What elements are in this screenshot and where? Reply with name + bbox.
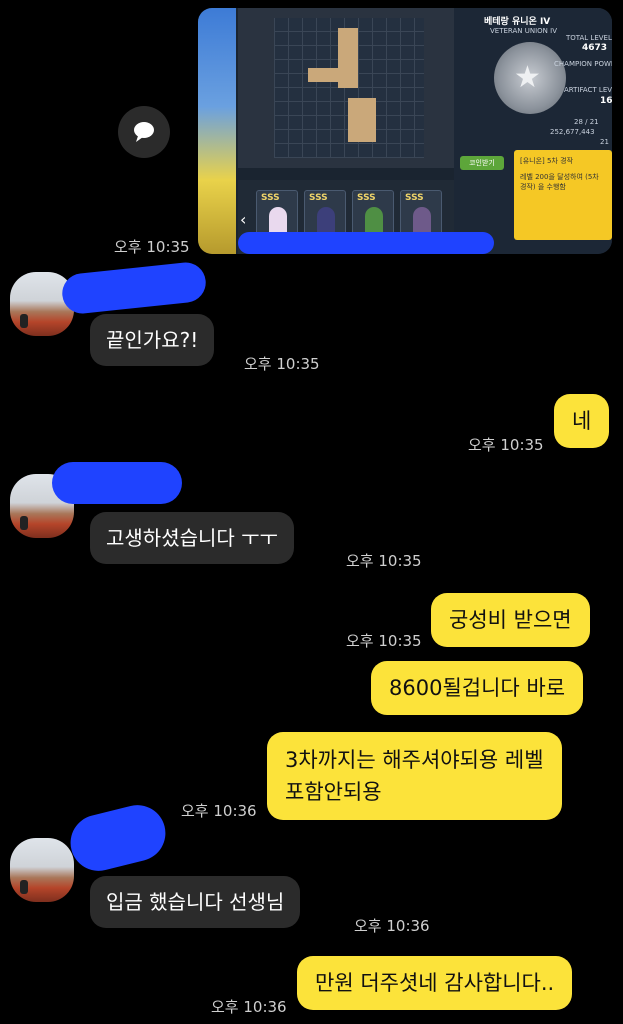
message-bubble-outgoing[interactable]: 궁성비 받으면 [431,593,590,647]
message-bubble-incoming[interactable]: 입금 했습니다 선생님 [90,876,301,928]
board-block [308,68,358,82]
champion-power-label: CHAMPION POWER [554,60,612,68]
popup-title: [유니온] 5차 경작 [520,157,574,165]
total-level-label: TOTAL LEVEL [566,34,612,42]
message-time: 오후 10:35 [346,552,422,570]
message-bubble-incoming[interactable]: 고생하셨습니다 ㅜㅜ [90,512,294,564]
avatar[interactable] [10,838,74,902]
stat-1: 28 / 21 [574,118,599,126]
union-title: 베테랑 유니온 IV [484,17,551,27]
message-bubble-outgoing[interactable]: 3차까지는 해주셔야되용 레벨 포함안되용 [267,732,562,820]
message-time: 오후 10:36 [354,917,430,935]
message-bubble-incoming[interactable]: 끝인가요?! [90,314,215,366]
board-block [348,98,376,142]
achievement-popup: [유니온] 5차 경작 레벨 200을 달성하여 (5차 경작) 을 수행함 [514,150,612,240]
redacted-sender-name [60,260,208,316]
message-time: 오후 10:35 [114,238,190,256]
message-time: 오후 10:35 [346,632,422,650]
message-bubble-outgoing[interactable]: 8600될겁니다 바로 [371,661,584,715]
stat-2: 252,677,443 [550,128,595,136]
share-button[interactable] [118,106,170,158]
message-line: 3차까지는 해주셔야되용 레벨 [285,748,544,772]
message-bubble-outgoing[interactable]: 네 [554,394,610,448]
redacted-sender-name [64,799,172,877]
union-board [238,8,454,168]
chevron-left-icon: ‹ [240,210,247,229]
message-bubble-outgoing[interactable]: 만원 더주셧네 감사합니다.. [297,956,573,1010]
message-time: 오후 10:36 [211,998,287,1016]
message-time: 오후 10:35 [244,355,320,373]
game-left-panel [198,8,236,254]
total-level-value: 4673 [582,43,608,53]
message-line: 포함안되용 [285,780,382,804]
message-time: 오후 10:36 [181,802,257,820]
artifact-level-label: ARTIFACT LEVEL [564,86,612,94]
artifact-level-value: 16 [600,96,612,106]
redaction-scribble [238,232,494,254]
chat-bubble-icon [134,122,154,142]
star-icon: ★ [514,60,541,95]
redacted-sender-name [52,462,182,504]
stat-3: 21 [600,138,609,146]
coin-button: 코인받기 [460,156,504,170]
popup-text: 레벨 200을 달성하여 (5차 경작) 을 수행함 [520,173,599,191]
union-subtitle: VETERAN UNION IV [490,27,557,35]
message-time: 오후 10:35 [468,436,544,454]
game-screenshot-image[interactable]: 베테랑 유니온 IV VETERAN UNION IV ★ TOTAL LEVE… [198,8,612,254]
